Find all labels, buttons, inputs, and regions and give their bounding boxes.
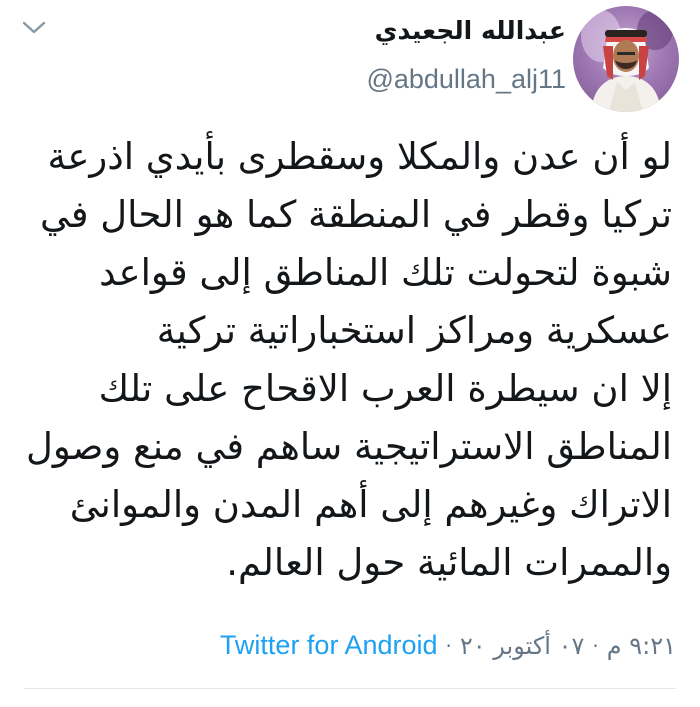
tweet-source-link[interactable]: Twitter for Android [220, 630, 438, 661]
avatar[interactable] [573, 6, 679, 112]
tweet-line: المناطق الاستراتيجية ساهم في منع وصول [26, 425, 672, 468]
tweet-line: الاتراك وغيرهم إلى أهم المدن والموانئ [69, 483, 672, 526]
tweet-line: إلا ان سيطرة العرب الاقحاح على تلك [98, 367, 672, 410]
user-handle[interactable]: @abdullah_alj11 [366, 64, 566, 95]
tweet-time: ٩:٢١ م [606, 631, 676, 660]
tweet-line: عسكرية ومراكز استخباراتية تركية [156, 309, 672, 352]
tweet-meta: ٩:٢١ م · ٠٧ أكتوبر ٢٠ · Twitter for Andr… [220, 630, 676, 661]
divider [24, 688, 676, 689]
meta-separator: · [592, 633, 599, 658]
tweet-line: والممرات المائية حول العالم. [226, 541, 672, 584]
display-name[interactable]: عبدالله الجعيدي [375, 16, 566, 45]
tweet-line: شبوة لتحولت تلك المناطق إلى قواعد [99, 251, 672, 294]
chevron-down-icon[interactable] [18, 14, 50, 42]
tweet-text: لو أن عدن والمكلا وسقطرى بأيدي اذرعة ترك… [26, 128, 672, 592]
tweet-date: ٠٧ أكتوبر ٢٠ [459, 631, 585, 660]
meta-separator: · [445, 633, 452, 658]
tweet-line: لو أن عدن والمكلا وسقطرى بأيدي اذرعة [47, 135, 672, 178]
tweet-line: تركيا وقطر في المنطقة كما هو الحال في [40, 193, 672, 236]
